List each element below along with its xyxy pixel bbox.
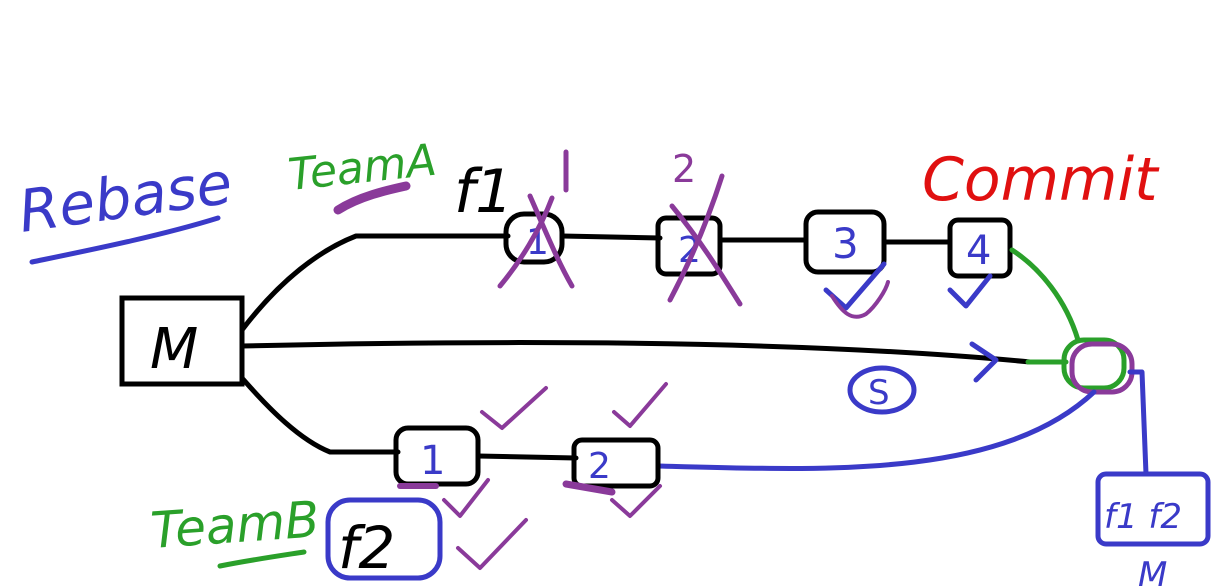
diagram-title: Rebase	[14, 149, 236, 246]
team-a-commit-4-label: 4	[966, 228, 991, 274]
middle-s-label: S	[868, 373, 890, 413]
feature-b-label: f2	[338, 514, 395, 582]
team-b-commit-2	[571, 437, 661, 489]
team-a-to-merge-line	[1009, 247, 1081, 343]
team-b-branch-line	[239, 375, 401, 455]
team-b-commit-2-checks	[562, 382, 668, 518]
team-a-commit-2-annotation: 2	[672, 147, 696, 191]
commit-label: Commit	[922, 145, 1160, 215]
merged-below-label: M	[1138, 555, 1167, 588]
team-b-commit-1-label: 1	[420, 438, 445, 484]
main-branch-line	[239, 340, 1033, 365]
merge-node	[1061, 337, 1135, 395]
feature-a-label: f1	[454, 157, 513, 227]
team-b-commit-2-label: 2	[588, 446, 611, 487]
main-arrow-head	[969, 341, 999, 383]
team-a-branch-line	[239, 233, 511, 333]
team-b-label: TeamB	[149, 490, 321, 560]
team-a-commit-3-label: 3	[832, 219, 859, 268]
rebase-diagram: Rebase TeamA Commit M 1 2 3 4 f1 1 2	[14, 135, 1211, 588]
team-b-link-1-2	[475, 453, 579, 461]
team-a-link-1-2	[559, 233, 663, 241]
merge-to-box-line	[1127, 369, 1149, 477]
merged-features-label: f1 f2	[1104, 497, 1182, 537]
team-a-label: TeamA	[286, 135, 439, 201]
main-branch-label: M	[150, 317, 198, 382]
team-a-commit-4-check	[947, 273, 993, 309]
